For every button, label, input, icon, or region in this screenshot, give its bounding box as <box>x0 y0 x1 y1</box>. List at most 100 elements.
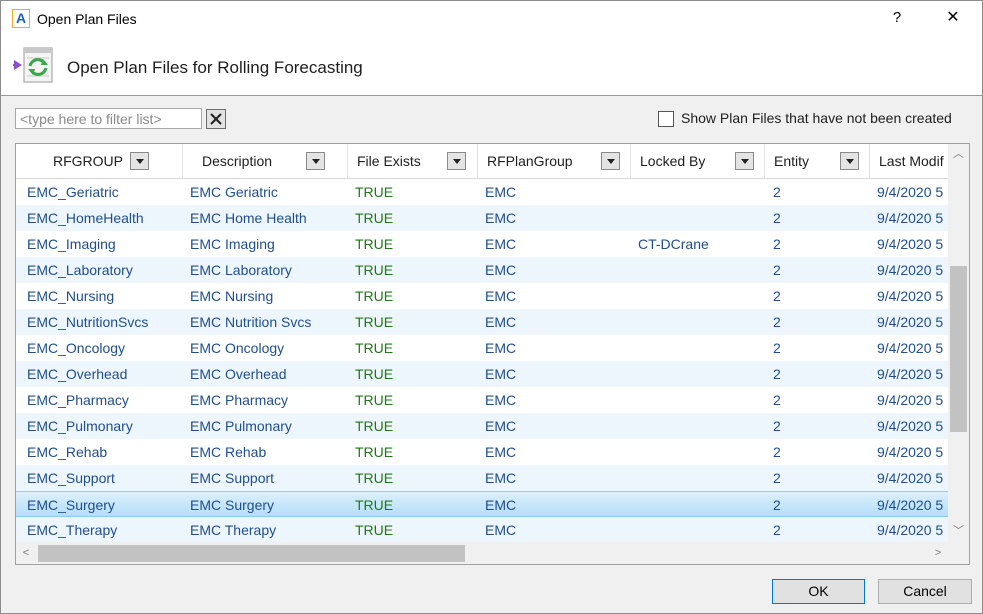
cell-rfgroup: EMC_NutritionSvcs <box>27 314 149 330</box>
table-row[interactable]: EMC_Imaging EMC Imaging TRUE EMC CT-DCrane 2 9… <box>16 231 948 257</box>
cell-rfplangroup: EMC <box>485 418 517 434</box>
table-row[interactable]: EMC_Therapy EMC Therapy TRUE EMC 2 9/4/2020 5 <box>16 517 948 542</box>
cell-file-exists: TRUE <box>355 184 394 200</box>
cell-entity: 2 <box>773 522 781 538</box>
vertical-scroll-thumb[interactable] <box>950 266 967 432</box>
column-header-rfplangroup[interactable]: RFPlanGroup <box>478 144 631 178</box>
cell-description: EMC Nursing <box>190 288 274 304</box>
table-row[interactable]: EMC_Laboratory EMC Laboratory TRUE EMC 2 9/4/… <box>16 257 948 283</box>
show-uncreated-label: Show Plan Files that have not been creat… <box>681 110 952 126</box>
filter-dropdown-icon[interactable] <box>840 152 859 170</box>
table-row[interactable]: EMC_Support EMC Support TRUE EMC 2 9/4/2020 5 <box>16 465 948 491</box>
cell-rfplangroup: EMC <box>485 497 517 513</box>
grid-header: RFGROUP Description File Exists RFPlanGr… <box>16 144 948 179</box>
column-header-rfgroup[interactable]: RFGROUP <box>16 144 183 178</box>
table-row[interactable]: EMC_Overhead EMC Overhead TRUE EMC 2 9/4/2020… <box>16 361 948 387</box>
filter-input[interactable] <box>15 108 202 129</box>
horizontal-scroll-thumb[interactable] <box>38 545 465 562</box>
help-button[interactable]: ? <box>885 6 909 30</box>
cell-description: EMC Surgery <box>190 497 275 513</box>
cell-description: EMC Nutrition Svcs <box>190 314 312 330</box>
table-row[interactable]: EMC_Pulmonary EMC Pulmonary TRUE EMC 2 9/4/20… <box>16 413 948 439</box>
cell-last-modified: 9/4/2020 5 <box>877 184 944 200</box>
clear-filter-button[interactable] <box>206 109 226 129</box>
filter-dropdown-icon[interactable] <box>601 152 620 170</box>
cell-rfplangroup: EMC <box>485 262 517 278</box>
cell-locked-by: CT-DCrane <box>638 236 709 252</box>
cell-rfplangroup: EMC <box>485 522 517 538</box>
cell-description: EMC Home Health <box>190 210 307 226</box>
plan-files-refresh-icon <box>13 47 53 83</box>
horizontal-scrollbar[interactable]: < > <box>16 542 948 564</box>
window-title: Open Plan Files <box>37 11 137 27</box>
cell-last-modified: 9/4/2020 5 <box>877 470 944 486</box>
table-row[interactable]: EMC_Geriatric EMC Geriatric TRUE EMC 2 9/4/20… <box>16 179 948 205</box>
plan-files-grid: RFGROUP Description File Exists RFPlanGr… <box>15 143 970 565</box>
table-row[interactable]: EMC_NutritionSvcs EMC Nutrition Svcs TRUE E… <box>16 309 948 335</box>
cell-file-exists: TRUE <box>355 522 394 538</box>
cell-entity: 2 <box>773 366 781 382</box>
cell-file-exists: TRUE <box>355 236 394 252</box>
cell-description: EMC Laboratory <box>190 262 292 278</box>
cell-entity: 2 <box>773 340 781 356</box>
dialog-heading: Open Plan Files for Rolling Forecasting <box>67 58 363 77</box>
column-header-file-exists[interactable]: File Exists <box>348 144 478 178</box>
cell-rfgroup: EMC_Surgery <box>27 497 115 513</box>
cell-rfgroup: EMC_Pharmacy <box>27 392 129 408</box>
cell-file-exists: TRUE <box>355 470 394 486</box>
title-bar: A Open Plan Files ? ✕ <box>1 1 982 37</box>
column-header-entity[interactable]: Entity <box>765 144 870 178</box>
vertical-scrollbar[interactable]: ︿ ﹀ <box>948 144 969 542</box>
cancel-button[interactable]: Cancel <box>878 579 972 604</box>
ok-button[interactable]: OK <box>772 579 865 604</box>
scroll-up-icon[interactable]: ︿ <box>948 146 969 163</box>
cell-rfplangroup: EMC <box>485 392 517 408</box>
cell-description: EMC Imaging <box>190 236 275 252</box>
filter-dropdown-icon[interactable] <box>447 152 466 170</box>
cell-file-exists: TRUE <box>355 262 394 278</box>
table-row[interactable]: EMC_Surgery EMC Surgery TRUE EMC 2 9/4/2020 5 <box>16 491 948 517</box>
cell-description: EMC Support <box>190 470 275 486</box>
column-header-description[interactable]: Description <box>183 144 348 178</box>
show-uncreated-checkbox[interactable] <box>658 111 674 127</box>
scroll-down-icon[interactable]: ﹀ <box>948 523 969 540</box>
cell-last-modified: 9/4/2020 5 <box>877 522 944 538</box>
column-header-last-modified[interactable]: Last Modif <box>870 144 948 178</box>
filter-dropdown-icon[interactable] <box>130 152 149 170</box>
scroll-right-icon[interactable]: > <box>928 542 948 564</box>
cell-rfgroup: EMC_Rehab <box>27 444 108 460</box>
scroll-left-icon[interactable]: < <box>16 542 36 564</box>
filter-dropdown-icon[interactable] <box>735 152 754 170</box>
filter-dropdown-icon[interactable] <box>306 152 325 170</box>
cell-rfgroup: EMC_Geriatric <box>27 184 119 200</box>
cell-file-exists: TRUE <box>355 366 394 382</box>
cell-entity: 2 <box>773 262 781 278</box>
table-row[interactable]: EMC_Pharmacy EMC Pharmacy TRUE EMC 2 9/4/2020… <box>16 387 948 413</box>
cell-rfgroup: EMC_Laboratory <box>27 262 133 278</box>
cell-last-modified: 9/4/2020 5 <box>877 340 944 356</box>
table-row[interactable]: EMC_Nursing EMC Nursing TRUE EMC 2 9/4/2020 5 <box>16 283 948 309</box>
table-row[interactable]: EMC_HomeHealth EMC Home Health TRUE EMC 2 9/4… <box>16 205 948 231</box>
cell-file-exists: TRUE <box>355 392 394 408</box>
cell-rfgroup: EMC_Support <box>27 470 115 486</box>
cell-entity: 2 <box>773 392 781 408</box>
cell-entity: 2 <box>773 444 781 460</box>
cell-entity: 2 <box>773 314 781 330</box>
cell-last-modified: 9/4/2020 5 <box>877 236 944 252</box>
cell-entity: 2 <box>773 184 781 200</box>
column-header-locked-by[interactable]: Locked By <box>631 144 765 178</box>
table-row[interactable]: EMC_Rehab EMC Rehab TRUE EMC 2 9/4/2020 5 <box>16 439 948 465</box>
cell-last-modified: 9/4/2020 5 <box>877 444 944 460</box>
cell-description: EMC Geriatric <box>190 184 278 200</box>
table-row[interactable]: EMC_Oncology EMC Oncology TRUE EMC 2 9/4/2020… <box>16 335 948 361</box>
cell-last-modified: 9/4/2020 5 <box>877 418 944 434</box>
cell-description: EMC Rehab <box>190 444 267 460</box>
cell-last-modified: 9/4/2020 5 <box>877 210 944 226</box>
cell-last-modified: 9/4/2020 5 <box>877 262 944 278</box>
cell-entity: 2 <box>773 210 781 226</box>
close-button[interactable]: ✕ <box>940 6 966 30</box>
cell-rfplangroup: EMC <box>485 210 517 226</box>
cell-rfplangroup: EMC <box>485 236 517 252</box>
cell-file-exists: TRUE <box>355 288 394 304</box>
cell-description: EMC Overhead <box>190 366 287 382</box>
